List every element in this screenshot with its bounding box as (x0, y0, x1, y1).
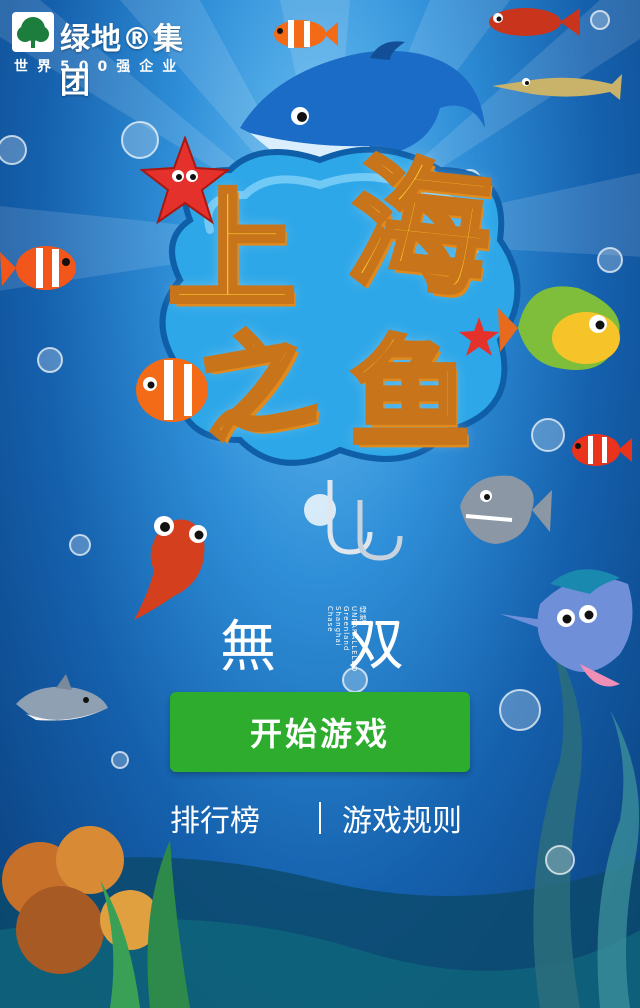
red-seahorse-icon (134, 516, 207, 620)
bottom-links: 排行榜 游戏规则 (160, 796, 490, 840)
blue-fish-icon (500, 569, 633, 687)
title-char-2: 海 (339, 139, 500, 321)
game-rules-link[interactable]: 游戏规则 (342, 796, 462, 840)
brand-char-right: 双 (348, 613, 404, 678)
tree-icon (12, 12, 54, 52)
yellow-fish-icon (498, 286, 620, 370)
title-char-4: 鱼 (348, 326, 473, 465)
brand-mark: 無 绿地 UNPARALLELED Greenland Shanghai Cha… (220, 598, 430, 680)
small-starfish-icon (459, 317, 499, 356)
logo-subtitle: 世界500强企业 (14, 59, 186, 75)
brand-char-left: 無 (220, 615, 276, 680)
shark-icon (16, 674, 108, 721)
clownfish-center-icon (136, 358, 208, 422)
red-fish-icon (489, 8, 580, 36)
leaderboard-link[interactable]: 排行榜 (170, 796, 260, 840)
gar-fish-icon (492, 74, 622, 100)
clownfish-left-icon (0, 246, 76, 290)
start-game-button[interactable]: 开始游戏 (170, 692, 470, 772)
fishing-hook-icon (304, 480, 403, 561)
starfish-icon (140, 136, 230, 225)
greenland-logo: 绿地®集团 世界500强企业 (8, 8, 208, 101)
piranha-icon (460, 475, 552, 544)
clownfish-small-icon (274, 20, 338, 48)
clownfish-right-icon (572, 434, 632, 466)
link-divider (319, 802, 321, 834)
